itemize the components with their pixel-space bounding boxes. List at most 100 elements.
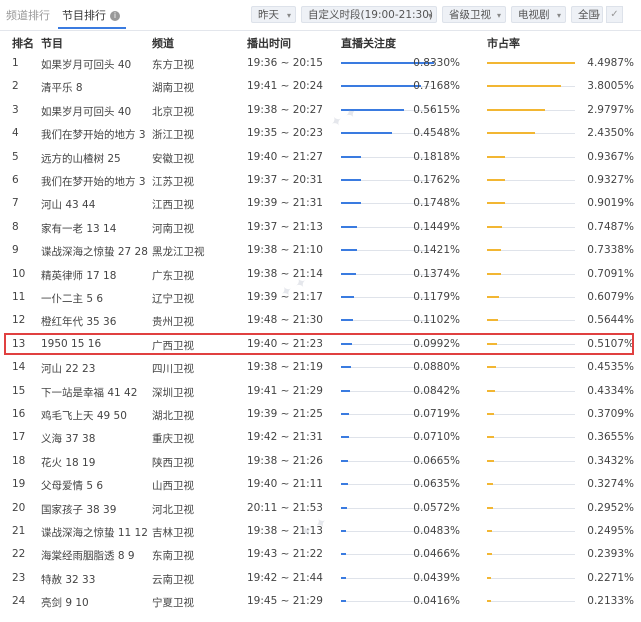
program-cell[interactable]: 亮剑 9 10 xyxy=(41,595,89,610)
program-cell[interactable]: 一仆二主 5 6 xyxy=(41,291,103,306)
share-value: 0.5644% xyxy=(587,314,634,327)
table-row[interactable]: 2 清平乐 8 湖南卫视 19:41 ~ 20:24 0.7168% 3.8005% xyxy=(0,75,641,98)
attention-bar xyxy=(341,249,357,252)
attention-bar xyxy=(341,553,347,556)
table-row[interactable]: 15 下一站是幸福 41 42 深圳卫视 19:41 ~ 21:29 0.0842% 0.… xyxy=(0,380,641,403)
program-cell[interactable]: 海棠经雨胭脂透 8 9 xyxy=(41,548,135,563)
table-row[interactable]: 14 河山 22 23 四川卫视 19:38 ~ 21:19 0.0880% 0.4535… xyxy=(0,356,641,379)
attention-bar xyxy=(341,202,361,205)
table-row[interactable]: 17 义海 37 38 重庆卫视 19:42 ~ 21:31 0.0710% 0.3655… xyxy=(0,426,641,449)
table-row[interactable]: 19 父母爱情 5 6 山西卫视 19:40 ~ 21:11 0.0635% 0.3274… xyxy=(0,473,641,496)
attention-value: 0.0635% xyxy=(413,478,460,491)
attention-value: 0.1421% xyxy=(413,244,460,257)
attention-bar xyxy=(341,530,347,532)
table-row[interactable]: 7 河山 43 44 江西卫视 19:39 ~ 21:31 0.1748% 0.9019% xyxy=(0,192,641,215)
filter-channel-type[interactable]: 省级卫视 ▾ xyxy=(442,6,506,23)
table-row[interactable]: 23 特赦 32 33 云南卫视 19:42 ~ 21:44 0.0439% 0.2271… xyxy=(0,567,641,590)
highlight-box xyxy=(4,333,634,356)
program-cell[interactable]: 河山 22 23 xyxy=(41,361,95,376)
program-cell[interactable]: 我们在梦开始的地方 3 xyxy=(41,127,146,142)
table-row[interactable]: 11 一仆二主 5 6 辽宁卫视 19:39 ~ 21:17 0.1179% 0.6079… xyxy=(0,286,641,309)
table-row[interactable]: 5 远方的山楂树 25 安徽卫视 19:40 ~ 21:27 0.1818% 0.9367… xyxy=(0,146,641,169)
share-bar xyxy=(487,576,492,579)
channel-cell: 四川卫视 xyxy=(152,363,194,376)
time-cell: 19:38 ~ 21:19 xyxy=(247,361,323,374)
channel-cell: 湖北卫视 xyxy=(152,410,194,422)
rank-cell: 17 xyxy=(12,431,26,444)
program-cell[interactable]: 花火 18 19 xyxy=(41,455,95,470)
header-time[interactable]: 播出时间 xyxy=(247,35,291,51)
program-cell[interactable]: 河山 43 44 xyxy=(41,197,95,212)
program-cell[interactable]: 如果岁月可回头 40 xyxy=(41,57,131,72)
info-icon[interactable]: i xyxy=(110,11,120,21)
filter-date[interactable]: 昨天 ▾ xyxy=(251,6,296,23)
time-cell: 19:43 ~ 21:22 xyxy=(247,548,323,561)
share-bar xyxy=(487,296,499,298)
program-cell[interactable]: 谍战深海之惊蛰 27 28 xyxy=(41,244,148,259)
rank-cell: 2 xyxy=(12,80,19,93)
rank-cell: 7 xyxy=(12,197,19,210)
tab-program-rank[interactable]: 节目排行 i xyxy=(62,7,120,23)
time-cell: 19:38 ~ 21:14 xyxy=(247,267,323,280)
table-row[interactable]: 12 橙红年代 35 36 贵州卫视 19:48 ~ 21:30 0.1102% 0.56… xyxy=(0,309,641,332)
time-cell: 19:39 ~ 21:31 xyxy=(247,197,323,210)
channel-cell: 宁夏卫视 xyxy=(152,597,194,610)
header-attention[interactable]: 直播关注度 xyxy=(341,35,396,51)
header-rank[interactable]: 排名 xyxy=(12,35,34,51)
program-cell[interactable]: 如果岁月可回头 40 xyxy=(41,104,131,119)
table-row[interactable]: 16 鸡毛飞上天 49 50 湖北卫视 19:39 ~ 21:25 0.0719% 0.3… xyxy=(0,403,641,426)
table-row[interactable]: 1 如果岁月可回头 40 东方卫视 19:36 ~ 20:15 0.8330% 4.498… xyxy=(0,52,641,75)
channel-cell: 河北卫视 xyxy=(152,503,194,516)
header-program[interactable]: 节目 xyxy=(41,35,63,51)
share-bar-track xyxy=(487,484,575,486)
filter-time-slot[interactable]: 自定义时段(19:00-21:30) ▾ xyxy=(301,6,437,23)
header-share[interactable]: 市占率 xyxy=(487,35,520,51)
table-row[interactable]: 3 如果岁月可回头 40 北京卫视 19:38 ~ 20:27 0.5615% 2.979… xyxy=(0,99,641,122)
table-row[interactable]: 22 海棠经雨胭脂透 8 9 东南卫视 19:43 ~ 21:22 0.0466% 0.2… xyxy=(0,543,641,566)
share-bar xyxy=(487,319,499,322)
channel-cell: 云南卫视 xyxy=(152,573,194,586)
program-cell[interactable]: 精英律师 17 18 xyxy=(41,268,116,283)
rank-cell: 6 xyxy=(12,174,19,186)
attention-value: 0.0439% xyxy=(413,571,460,584)
program-cell[interactable]: 特赦 32 33 xyxy=(41,572,95,587)
share-bar-track xyxy=(487,531,575,532)
table-row[interactable]: 8 家有一老 13 14 河南卫视 19:37 ~ 21:13 0.1449% 0.748… xyxy=(0,216,641,239)
channel-cell: 重庆卫视 xyxy=(152,433,194,446)
program-cell[interactable]: 远方的山楂树 25 xyxy=(41,151,121,166)
channel-cell: 东方卫视 xyxy=(152,59,194,71)
program-cell[interactable]: 橙红年代 35 36 xyxy=(41,314,116,329)
table-row[interactable]: 9 谍战深海之惊蛰 27 28 黑龙江卫视 19:38 ~ 21:10 0.1421% 0… xyxy=(0,239,641,262)
tab-program-rank-label: 节目排行 xyxy=(62,9,106,22)
table-row[interactable]: 24 亮剑 9 10 宁夏卫视 19:45 ~ 21:29 0.0416% 0.2133% xyxy=(0,590,641,613)
table-row[interactable]: 10 精英律师 17 18 广东卫视 19:38 ~ 21:14 0.1374% 0.70… xyxy=(0,263,641,286)
program-cell[interactable]: 谍战深海之惊蛰 11 12 xyxy=(41,525,148,540)
attention-bar xyxy=(341,483,349,486)
filter-genre[interactable]: 电视剧 ▾ xyxy=(511,6,566,23)
settings-checkbox[interactable]: ✓ xyxy=(606,6,623,23)
share-value: 0.3709% xyxy=(587,408,634,420)
program-cell[interactable]: 父母爱情 5 6 xyxy=(41,478,103,493)
program-cell[interactable]: 我们在梦开始的地方 3 xyxy=(41,174,146,189)
attention-bar xyxy=(341,179,361,181)
time-cell: 19:38 ~ 21:26 xyxy=(247,454,323,467)
program-cell[interactable]: 清平乐 8 xyxy=(41,80,83,95)
attention-value: 0.0572% xyxy=(413,501,460,514)
rank-cell: 20 xyxy=(12,501,26,514)
time-cell: 19:38 ~ 21:10 xyxy=(247,244,323,257)
filter-region[interactable]: 全国 ▾ xyxy=(571,6,603,23)
table-row[interactable]: 4 我们在梦开始的地方 3 浙江卫视 19:35 ~ 20:23 0.4548% 2.43… xyxy=(0,122,641,145)
program-cell[interactable]: 家有一老 13 14 xyxy=(41,221,116,236)
share-bar xyxy=(487,436,495,439)
share-bar xyxy=(487,413,495,415)
table-row[interactable]: 18 花火 18 19 陕西卫视 19:38 ~ 21:26 0.0665% 0.3432… xyxy=(0,450,641,473)
filter-date-label: 昨天 xyxy=(258,9,279,21)
tab-channel-rank[interactable]: 频道排行 xyxy=(6,7,50,23)
program-cell[interactable]: 义海 37 38 xyxy=(41,431,95,446)
program-cell[interactable]: 鸡毛飞上天 49 50 xyxy=(41,408,127,423)
table-row[interactable]: 6 我们在梦开始的地方 3 江苏卫视 19:37 ~ 20:31 0.1762% 0.93… xyxy=(0,169,641,192)
program-cell[interactable]: 国家孩子 38 39 xyxy=(41,502,116,517)
program-cell[interactable]: 下一站是幸福 41 42 xyxy=(41,385,137,400)
rank-cell: 5 xyxy=(12,150,19,163)
header-channel[interactable]: 频道 xyxy=(152,35,174,51)
